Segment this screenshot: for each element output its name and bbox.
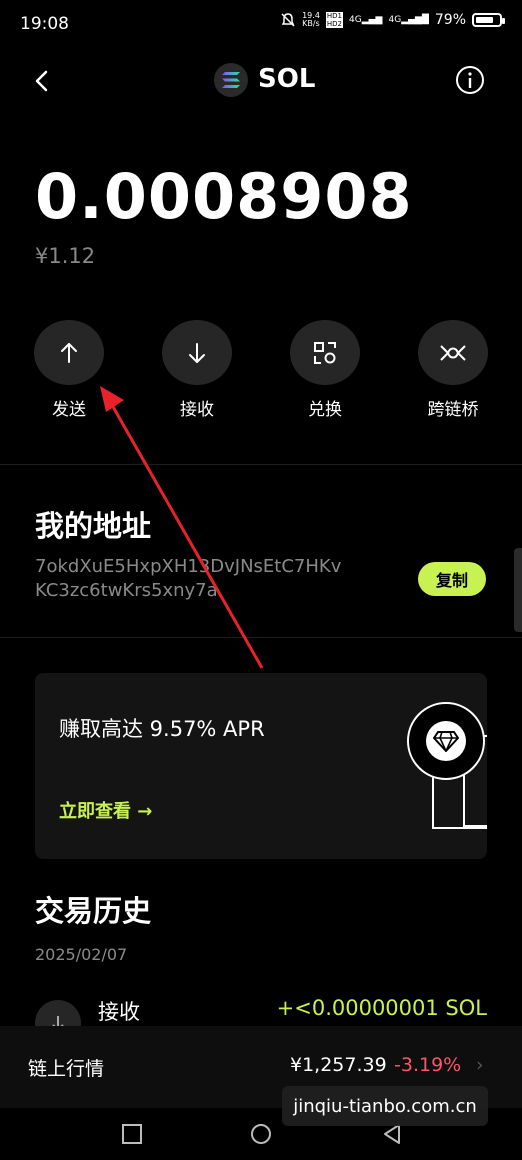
arrow-down-icon: [189, 342, 205, 363]
send-button[interactable]: [34, 320, 104, 385]
swap-button[interactable]: [290, 320, 360, 385]
address-line-2: KC3zc6twKrs5xny7a: [35, 580, 218, 601]
signal-1-label: 4G: [349, 15, 362, 25]
info-button[interactable]: [454, 64, 486, 96]
info-icon: [456, 66, 484, 94]
chevron-left-icon: [35, 70, 48, 92]
bridge-icon: [440, 344, 466, 361]
signal-1: 4G▂▄▆: [349, 15, 383, 25]
scroll-handle[interactable]: [514, 548, 522, 632]
market-change: -3.19%: [394, 1054, 462, 1076]
bridge-button[interactable]: [418, 320, 488, 385]
address-line-1: 7okdXuE5HxpXH13DvJNsEtC7HKv: [35, 556, 342, 577]
action-row: 发送 接收 兑换 跨链桥: [33, 320, 489, 420]
balance-fiat: ¥1.12: [35, 244, 96, 268]
send-label: 发送: [52, 400, 86, 420]
tx-amount: +<0.00000001 SOL: [276, 996, 487, 1020]
balance-amount: 0.0008908: [35, 160, 413, 233]
signal-2: 4G▂▄▆█: [388, 15, 429, 25]
arrow-up-icon: [61, 342, 77, 363]
signal-2-label: 4G: [388, 15, 402, 25]
status-icons: 19.4 KB/s HD1 HD2 4G▂▄▆ 4G▂▄▆█ 79%: [280, 12, 505, 28]
mute-bell-icon: [280, 12, 296, 28]
recents-button: [122, 1124, 142, 1144]
swap-action[interactable]: 兑换: [289, 320, 361, 420]
tx-label: 接收: [98, 1000, 140, 1024]
diamond-badge: [407, 702, 485, 780]
swap-label: 兑换: [308, 400, 342, 420]
diamond-icon: [426, 721, 466, 761]
divider: [0, 464, 522, 465]
receive-action[interactable]: 接收: [161, 320, 233, 420]
sol-logo: [214, 63, 248, 97]
earn-title: 赚取高达 9.57% APR: [59, 717, 265, 741]
swap-icon: [314, 341, 336, 364]
history-date: 2025/02/07: [35, 945, 128, 964]
receive-label: 接收: [180, 400, 214, 420]
history-title: 交易历史: [35, 894, 152, 928]
copy-button[interactable]: 复制: [418, 562, 486, 596]
hd2-label: HD2: [326, 20, 343, 28]
back-button[interactable]: [28, 64, 56, 98]
divider: [0, 637, 522, 638]
battery-fill: [476, 17, 493, 23]
market-price: ¥1,257.39: [290, 1054, 387, 1076]
status-time: 19:08: [20, 14, 69, 34]
net-speed-unit: KB/s: [302, 19, 320, 28]
chevron-right-icon: ›: [476, 1054, 484, 1076]
receive-button[interactable]: [162, 320, 232, 385]
home-button: [251, 1124, 271, 1144]
bridge-action[interactable]: 跨链桥: [417, 320, 489, 420]
coin-title: SOL: [258, 64, 316, 94]
solana-icon: [222, 72, 240, 88]
status-bar: 19:08 19.4 KB/s HD1 HD2 4G▂▄▆ 4G▂▄▆█ 79%: [0, 0, 522, 46]
view-now-link[interactable]: 立即查看 →: [59, 797, 152, 823]
watermark: jinqiu-tianbo.com.cn: [282, 1086, 488, 1126]
address-title: 我的地址: [35, 509, 152, 543]
hd-badge: HD1 HD2: [325, 12, 344, 28]
net-speed: 19.4 KB/s: [302, 12, 320, 28]
market-label: 链上行情: [28, 1058, 105, 1080]
send-action[interactable]: 发送: [33, 320, 105, 420]
hd1-label: HD1: [326, 12, 343, 20]
battery-icon: [472, 13, 505, 27]
battery-percent: 79%: [434, 12, 466, 28]
bridge-label: 跨链桥: [427, 400, 479, 420]
earn-card[interactable]: 赚取高达 9.57% APR 立即查看 →: [35, 673, 487, 859]
